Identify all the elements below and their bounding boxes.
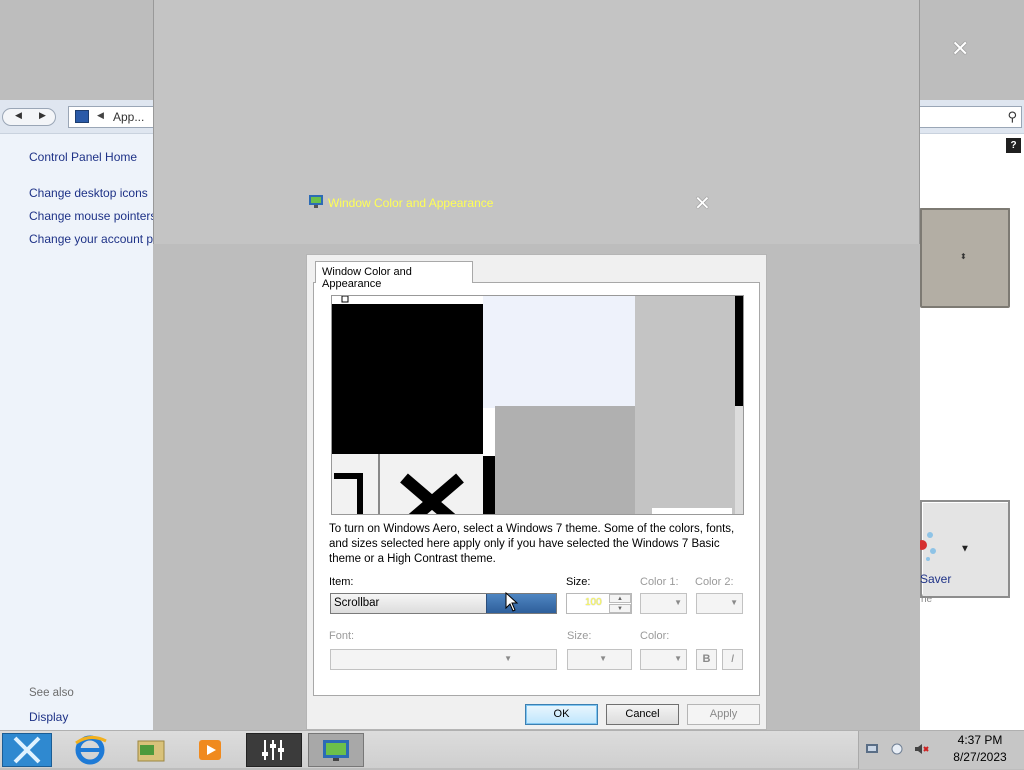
taskbar — [0, 730, 1024, 769]
chevron-down-icon: ▼ — [599, 654, 607, 663]
back-icon[interactable]: ◀ — [15, 110, 22, 121]
breadcrumb-text: App... — [113, 110, 145, 124]
internet-explorer-button[interactable] — [62, 733, 118, 767]
link-display[interactable]: Display — [29, 710, 68, 724]
color2-label: Color 2: — [695, 576, 734, 588]
mixer-icon — [262, 740, 284, 760]
cancel-button[interactable]: Cancel — [606, 704, 679, 725]
start-icon — [13, 736, 41, 764]
forward-icon[interactable]: ▶ — [39, 110, 46, 121]
overlay-close-icon[interactable]: ✕ — [951, 38, 969, 60]
item-label: Item: — [329, 576, 354, 588]
cp-sidebar: Control Panel Home Change desktop icons … — [0, 134, 156, 730]
help-icon[interactable]: ? — [1006, 138, 1021, 153]
clock-date[interactable]: 8/27/2023 — [940, 750, 1020, 764]
italic-button[interactable]: I — [722, 649, 743, 670]
size-value: 100 — [585, 597, 602, 608]
size-stepper[interactable]: 100 ▲ ▼ — [566, 593, 632, 614]
bold-button[interactable]: B — [696, 649, 717, 670]
description-text: To turn on Windows Aero, select a Window… — [329, 523, 735, 565]
apply-button[interactable]: Apply — [687, 704, 760, 725]
mixer-button[interactable] — [246, 733, 302, 767]
scrollbar-thumb[interactable]: ⬍ — [920, 208, 1010, 308]
preview-area[interactable] — [331, 295, 744, 515]
address-field[interactable]: ◀ App... — [68, 106, 158, 128]
tab-window-color[interactable]: Window Color and Appearance — [315, 261, 473, 290]
breadcrumb-chevron-icon[interactable]: ◀ — [97, 110, 104, 121]
search-icon[interactable]: ⚲ — [1007, 109, 1017, 125]
network-icon[interactable] — [889, 741, 905, 757]
color1-select[interactable]: ▼ — [640, 593, 687, 614]
ok-button[interactable]: OK — [525, 704, 598, 725]
item-select[interactable]: Scrollbar — [330, 593, 557, 614]
media-player-button[interactable] — [182, 733, 238, 767]
tab-panel: To turn on Windows Aero, select a Window… — [313, 282, 760, 696]
internet-explorer-icon — [75, 735, 107, 765]
chevron-down-icon: ▼ — [674, 598, 682, 607]
action-center-icon[interactable] — [865, 741, 881, 757]
grip-icon: ⬍ — [960, 252, 967, 261]
volume-muted-icon[interactable] — [913, 741, 929, 757]
app-title: Window Color and Appearance — [328, 196, 494, 210]
preview-graphic — [332, 296, 743, 514]
start-button[interactable] — [2, 733, 52, 767]
see-also-heading: See also — [29, 687, 74, 699]
file-explorer-icon — [137, 740, 165, 762]
chevron-down-icon: ▼ — [504, 654, 512, 663]
color1-label: Color 1: — [640, 576, 679, 588]
personalization-icon — [309, 195, 323, 208]
chevron-down-icon: ▼ — [674, 654, 682, 663]
personalization-icon — [323, 740, 349, 761]
chevron-down-icon: ▼ — [730, 598, 738, 607]
font-select[interactable]: ▼ — [330, 649, 557, 670]
font-size-label: Size: — [567, 630, 592, 642]
link-change-account-picture[interactable]: Change your account p — [29, 232, 153, 246]
spin-up-icon[interactable]: ▲ — [609, 594, 631, 603]
item-dropdown-button[interactable] — [486, 594, 556, 613]
color2-select[interactable]: ▼ — [696, 593, 743, 614]
close-icon[interactable]: ✕ — [694, 191, 711, 216]
item-select-value: Scrollbar — [334, 597, 380, 609]
control-panel-icon — [75, 110, 89, 123]
screen-saver-link[interactable]: Saver — [920, 572, 951, 586]
link-control-panel-home[interactable]: Control Panel Home — [29, 150, 137, 164]
mouse-cursor-icon — [505, 592, 519, 612]
screen-saver-sublabel: he — [921, 594, 933, 605]
clock-time[interactable]: 4:37 PM — [940, 733, 1020, 747]
font-color-label: Color: — [640, 630, 670, 642]
spin-down-icon[interactable]: ▼ — [609, 604, 631, 613]
font-size-select[interactable]: ▼ — [567, 649, 632, 670]
personalization-button[interactable] — [308, 733, 364, 767]
nav-buttons[interactable]: ◀ ▶ — [2, 108, 56, 126]
search-input[interactable]: ⚲ — [910, 106, 1022, 128]
link-change-desktop-icons[interactable]: Change desktop icons — [29, 186, 148, 200]
font-label: Font: — [329, 630, 355, 642]
size-label: Size: — [566, 576, 591, 588]
link-change-mouse-pointers[interactable]: Change mouse pointers — [29, 209, 156, 223]
window-color-dialog: Window Color and Appearance To turn on W… — [306, 254, 767, 730]
media-player-icon — [199, 740, 221, 760]
font-color-select[interactable]: ▼ — [640, 649, 687, 670]
file-explorer-button[interactable] — [122, 733, 178, 767]
